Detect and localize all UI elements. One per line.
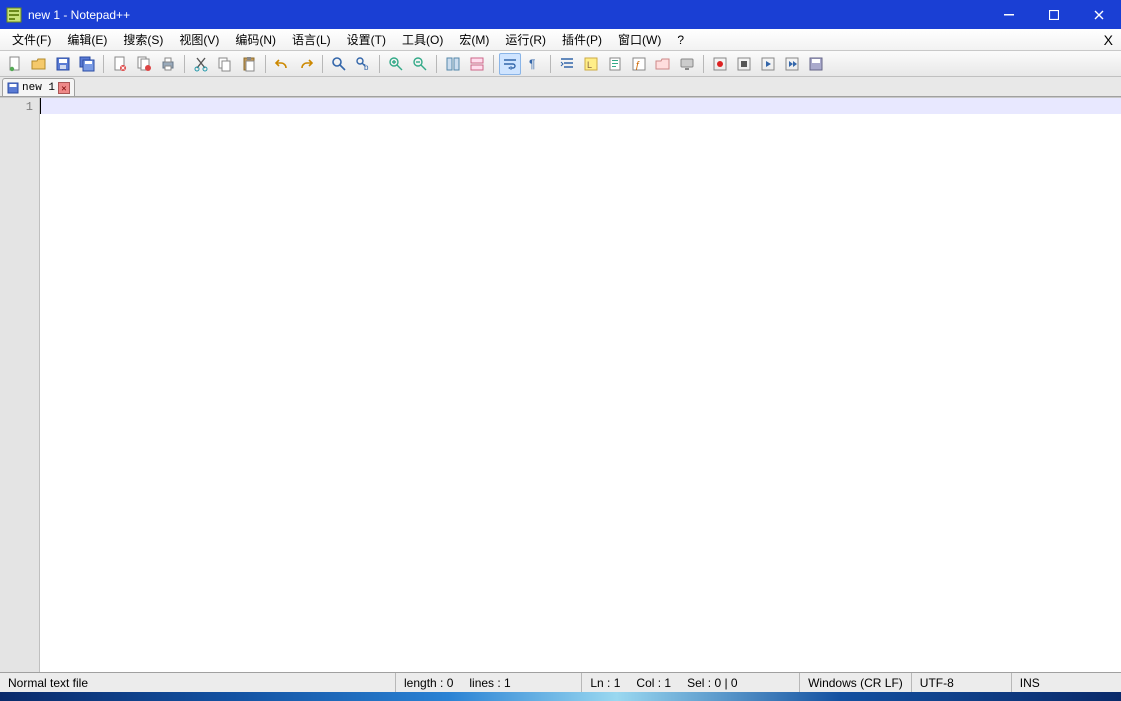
sync-v-icon[interactable] <box>442 53 464 75</box>
sync-h-icon[interactable] <box>466 53 488 75</box>
zoom-out-icon[interactable] <box>409 53 431 75</box>
redo-icon[interactable] <box>295 53 317 75</box>
open-file-icon[interactable] <box>28 53 50 75</box>
status-eol[interactable]: Windows (CR LF) <box>799 673 911 692</box>
toolbar-separator <box>103 55 104 73</box>
menu-tools[interactable]: 工具(O) <box>394 29 451 50</box>
toolbar-separator <box>436 55 437 73</box>
menu-search[interactable]: 搜索(S) <box>115 29 171 50</box>
monitor-icon[interactable] <box>676 53 698 75</box>
status-lines: lines : 1 <box>461 673 581 692</box>
close-file-icon[interactable] <box>109 53 131 75</box>
play-macro-icon[interactable] <box>757 53 779 75</box>
toolbar-separator <box>265 55 266 73</box>
toolbar-separator <box>493 55 494 73</box>
svg-text:¶: ¶ <box>529 57 535 71</box>
status-filetype: Normal text file <box>0 673 395 692</box>
undo-icon[interactable] <box>271 53 293 75</box>
play-multi-macro-icon[interactable] <box>781 53 803 75</box>
user-lang-icon[interactable]: L <box>580 53 602 75</box>
tab-label: new 1 <box>22 82 55 94</box>
status-bar: Normal text file length : 0 lines : 1 Ln… <box>0 672 1121 692</box>
close-all-icon[interactable] <box>133 53 155 75</box>
menu-help[interactable]: ? <box>669 31 692 49</box>
toolbar-separator <box>184 55 185 73</box>
status-encoding[interactable]: UTF-8 <box>911 673 1011 692</box>
indent-guide-icon[interactable] <box>556 53 578 75</box>
toolbar-separator <box>703 55 704 73</box>
minimize-button[interactable] <box>986 0 1031 29</box>
tab-bar: new 1 ✕ <box>0 77 1121 97</box>
folder-icon[interactable] <box>652 53 674 75</box>
replace-icon[interactable]: b <box>352 53 374 75</box>
show-all-chars-icon[interactable]: ¶ <box>523 53 545 75</box>
text-editor[interactable] <box>40 98 1121 672</box>
svg-text:b: b <box>364 63 369 72</box>
menu-window[interactable]: 窗口(W) <box>610 29 669 50</box>
toolbar-separator <box>379 55 380 73</box>
status-length: length : 0 <box>395 673 461 692</box>
menu-edit[interactable]: 编辑(E) <box>59 29 115 50</box>
svg-text:ƒ: ƒ <box>635 60 641 71</box>
menu-language[interactable]: 语言(L) <box>284 29 339 50</box>
save-icon[interactable] <box>52 53 74 75</box>
app-icon <box>6 7 22 23</box>
toolbar-separator <box>550 55 551 73</box>
status-col: Col : 1 <box>628 673 679 692</box>
record-macro-icon[interactable] <box>709 53 731 75</box>
window-title: new 1 - Notepad++ <box>28 8 130 22</box>
toolbar: b ¶ L ƒ <box>0 51 1121 77</box>
tab-file-icon <box>7 82 19 94</box>
copy-icon[interactable] <box>214 53 236 75</box>
cut-icon[interactable] <box>190 53 212 75</box>
menu-settings[interactable]: 设置(T) <box>339 29 394 50</box>
menu-macro[interactable]: 宏(M) <box>451 29 497 50</box>
status-sel: Sel : 0 | 0 <box>679 673 799 692</box>
menu-plugins[interactable]: 插件(P) <box>554 29 610 50</box>
menu-run[interactable]: 运行(R) <box>497 29 554 50</box>
tab-new-1[interactable]: new 1 ✕ <box>2 78 75 96</box>
svg-text:L: L <box>587 60 592 70</box>
line-number: 1 <box>0 100 33 114</box>
title-bar: new 1 - Notepad++ <box>0 0 1121 29</box>
status-line: Ln : 1 <box>581 673 628 692</box>
maximize-button[interactable] <box>1031 0 1076 29</box>
paste-icon[interactable] <box>238 53 260 75</box>
menu-view[interactable]: 视图(V) <box>171 29 227 50</box>
save-macro-icon[interactable] <box>805 53 827 75</box>
tab-close-icon[interactable]: ✕ <box>58 82 70 94</box>
menu-encoding[interactable]: 编码(N) <box>227 29 284 50</box>
new-file-icon[interactable] <box>4 53 26 75</box>
current-line-highlight <box>40 98 1121 114</box>
caret <box>40 98 41 114</box>
status-insert-mode[interactable]: INS <box>1011 673 1061 692</box>
editor-area: 1 <box>0 97 1121 672</box>
menu-bar: 文件(F) 编辑(E) 搜索(S) 视图(V) 编码(N) 语言(L) 设置(T… <box>0 29 1121 51</box>
taskbar-fragment <box>0 692 1121 701</box>
stop-macro-icon[interactable] <box>733 53 755 75</box>
save-all-icon[interactable] <box>76 53 98 75</box>
print-icon[interactable] <box>157 53 179 75</box>
zoom-in-icon[interactable] <box>385 53 407 75</box>
toolbar-separator <box>322 55 323 73</box>
word-wrap-icon[interactable] <box>499 53 521 75</box>
window-controls <box>986 0 1121 29</box>
document-close-x[interactable]: X <box>1096 32 1121 48</box>
menu-file[interactable]: 文件(F) <box>4 29 59 50</box>
line-gutter: 1 <box>0 98 40 672</box>
close-window-button[interactable] <box>1076 0 1121 29</box>
func-list-icon[interactable]: ƒ <box>628 53 650 75</box>
doc-map-icon[interactable] <box>604 53 626 75</box>
find-icon[interactable] <box>328 53 350 75</box>
